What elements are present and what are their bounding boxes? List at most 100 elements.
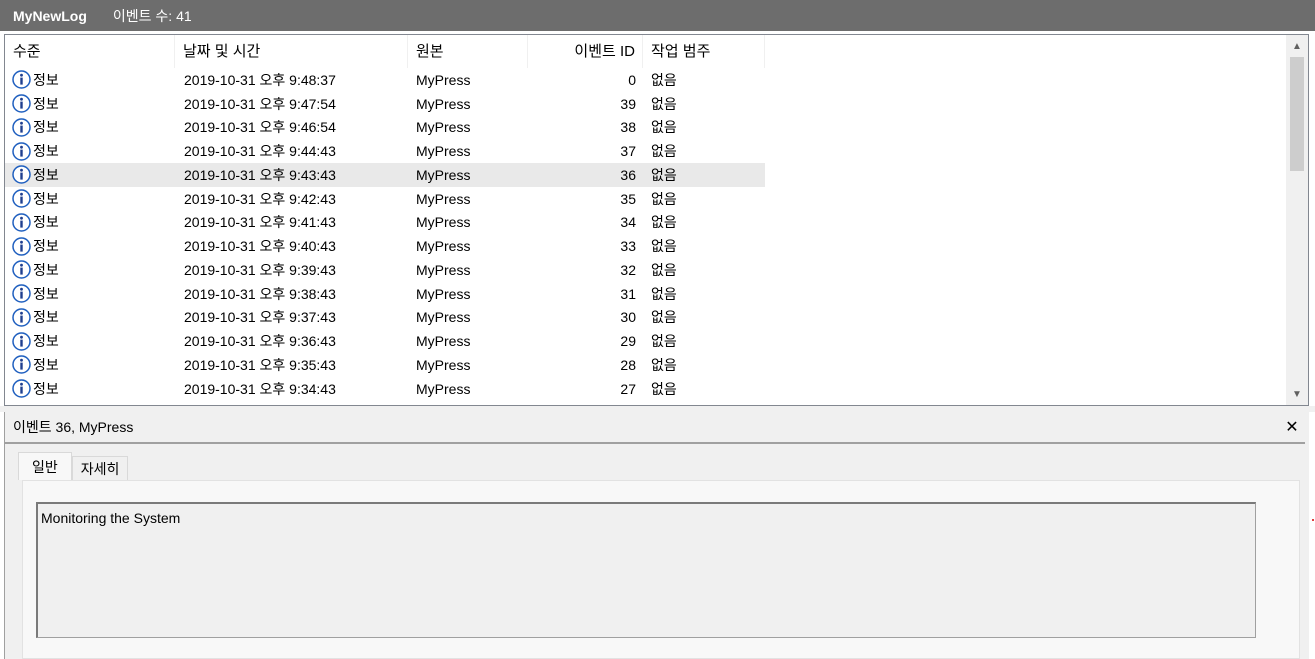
cell-level: 정보 bbox=[33, 143, 59, 160]
cell-level: 정보 bbox=[33, 285, 59, 302]
list-header: 수준 날짜 및 시간 원본 이벤트 ID 작업 범주 bbox=[5, 35, 1285, 68]
info-icon bbox=[12, 165, 31, 185]
info-icon bbox=[12, 331, 31, 351]
cell-event-id: 35 bbox=[620, 190, 636, 207]
cell-source: MyPress bbox=[416, 238, 471, 255]
cell-level: 정보 bbox=[33, 190, 59, 207]
detail-header: 이벤트 36, MyPress bbox=[5, 412, 1305, 444]
cell-category: 없음 bbox=[651, 143, 677, 160]
cell-category: 없음 bbox=[651, 356, 677, 373]
cell-event-id: 31 bbox=[620, 285, 636, 302]
cell-date: 2019-10-31 오후 9:38:43 bbox=[184, 285, 336, 302]
cell-date: 2019-10-31 오후 9:47:54 bbox=[184, 95, 336, 112]
cell-date: 2019-10-31 오후 9:46:54 bbox=[184, 119, 336, 136]
cell-category: 없음 bbox=[651, 309, 677, 326]
marker-dot bbox=[1312, 519, 1314, 521]
cell-level: 정보 bbox=[33, 166, 59, 183]
cell-category: 없음 bbox=[651, 238, 677, 255]
cell-date: 2019-10-31 오후 9:44:43 bbox=[184, 143, 336, 160]
info-icon bbox=[12, 308, 31, 327]
table-row[interactable]: 정보 2019-10-31 오후 9:34:43 MyPress 27 없음 bbox=[5, 377, 1285, 401]
cell-category: 없음 bbox=[651, 95, 677, 112]
cell-source: MyPress bbox=[416, 380, 471, 397]
cell-level: 정보 bbox=[33, 333, 59, 350]
table-row[interactable]: 정보 2019-10-31 오후 9:40:43 MyPress 33 없음 bbox=[5, 234, 1285, 258]
info-icon bbox=[12, 236, 31, 256]
info-icon bbox=[12, 260, 31, 280]
cell-level: 정보 bbox=[33, 238, 59, 255]
info-icon bbox=[12, 94, 31, 113]
cell-category: 없음 bbox=[651, 214, 677, 231]
cell-event-id: 37 bbox=[620, 143, 636, 160]
table-row[interactable]: 정보 2019-10-31 오후 9:37:43 MyPress 30 없음 bbox=[5, 306, 1285, 330]
detail-tabs: 일반 자세히 bbox=[18, 452, 129, 480]
column-header-event-id[interactable]: 이벤트 ID bbox=[528, 35, 643, 68]
tab-general[interactable]: 일반 bbox=[18, 452, 72, 480]
cell-source: MyPress bbox=[416, 190, 471, 207]
table-row[interactable]: 정보 2019-10-31 오후 9:39:43 MyPress 32 없음 bbox=[5, 258, 1285, 282]
cell-event-id: 39 bbox=[620, 95, 636, 112]
column-header-level[interactable]: 수준 bbox=[5, 35, 175, 68]
table-row[interactable]: 정보 2019-10-31 오후 9:44:43 MyPress 37 없음 bbox=[5, 139, 1285, 163]
cell-event-id: 33 bbox=[620, 238, 636, 255]
table-row[interactable]: 정보 2019-10-31 오후 9:36:43 MyPress 29 없음 bbox=[5, 329, 1285, 353]
cell-event-id: 38 bbox=[620, 119, 636, 136]
cell-date: 2019-10-31 오후 9:37:43 bbox=[184, 309, 336, 326]
tab-details[interactable]: 자세히 bbox=[71, 456, 129, 480]
cell-level: 정보 bbox=[33, 71, 59, 88]
cell-event-id: 27 bbox=[620, 380, 636, 397]
cell-level: 정보 bbox=[33, 356, 59, 373]
event-count: 이벤트 수: 41 bbox=[112, 7, 192, 24]
detail-pane: 이벤트 36, MyPress ✕ 일반 자세히 Monitoring the … bbox=[4, 412, 1309, 659]
cell-category: 없음 bbox=[651, 190, 677, 207]
cell-event-id: 30 bbox=[620, 309, 636, 326]
table-row[interactable]: 정보 2019-10-31 오후 9:38:43 MyPress 31 없음 bbox=[5, 282, 1285, 306]
table-row[interactable]: 정보 2019-10-31 오후 9:41:43 MyPress 34 없음 bbox=[5, 211, 1285, 235]
cell-source: MyPress bbox=[416, 95, 471, 112]
cell-event-id: 0 bbox=[628, 71, 636, 88]
cell-level: 정보 bbox=[33, 261, 59, 278]
close-icon[interactable]: ✕ bbox=[1283, 418, 1301, 436]
chevron-up-icon[interactable]: ▲ bbox=[1286, 35, 1308, 57]
cell-level: 정보 bbox=[33, 380, 59, 397]
event-list[interactable]: 수준 날짜 및 시간 원본 이벤트 ID 작업 범주 정보 2019-10-31 … bbox=[4, 34, 1309, 406]
cell-source: MyPress bbox=[416, 309, 471, 326]
table-row[interactable]: 정보 2019-10-31 오후 9:35:43 MyPress 28 없음 bbox=[5, 353, 1285, 377]
cell-category: 없음 bbox=[651, 333, 677, 350]
column-header-date[interactable]: 날짜 및 시간 bbox=[175, 35, 408, 68]
cell-source: MyPress bbox=[416, 166, 471, 183]
table-row[interactable]: 정보 2019-10-31 오후 9:46:54 MyPress 38 없음 bbox=[5, 116, 1285, 140]
vertical-scrollbar[interactable]: ▲ ▼ bbox=[1286, 35, 1308, 405]
info-icon bbox=[12, 141, 31, 161]
cell-level: 정보 bbox=[33, 119, 59, 136]
scrollbar-thumb[interactable] bbox=[1290, 57, 1304, 171]
cell-event-id: 28 bbox=[620, 356, 636, 373]
tab-panel-general: Monitoring the System bbox=[22, 480, 1300, 659]
chevron-down-icon[interactable]: ▼ bbox=[1286, 383, 1308, 405]
column-header-category[interactable]: 작업 범주 bbox=[643, 35, 765, 68]
info-icon bbox=[12, 284, 31, 303]
cell-event-id: 32 bbox=[620, 261, 636, 278]
table-row[interactable]: 정보 2019-10-31 오후 9:43:43 MyPress 36 없음 bbox=[5, 163, 1285, 187]
cell-date: 2019-10-31 오후 9:43:43 bbox=[184, 166, 336, 183]
info-icon bbox=[12, 379, 31, 398]
cell-category: 없음 bbox=[651, 261, 677, 278]
table-row[interactable]: 정보 2019-10-31 오후 9:47:54 MyPress 39 없음 bbox=[5, 92, 1285, 116]
cell-source: MyPress bbox=[416, 333, 471, 350]
info-icon bbox=[12, 118, 31, 137]
cell-category: 없음 bbox=[651, 166, 677, 183]
table-row[interactable]: 정보 2019-10-31 오후 9:42:43 MyPress 35 없음 bbox=[5, 187, 1285, 211]
cell-source: MyPress bbox=[416, 119, 471, 136]
table-row[interactable]: 정보 2019-10-31 오후 9:48:37 MyPress 0 없음 bbox=[5, 68, 1285, 92]
cell-date: 2019-10-31 오후 9:48:37 bbox=[184, 71, 336, 88]
cell-date: 2019-10-31 오후 9:39:43 bbox=[184, 261, 336, 278]
info-icon bbox=[12, 213, 31, 232]
detail-title: 이벤트 36, MyPress bbox=[13, 419, 134, 435]
cell-source: MyPress bbox=[416, 285, 471, 302]
info-icon bbox=[12, 189, 31, 208]
cell-category: 없음 bbox=[651, 380, 677, 397]
column-header-source[interactable]: 원본 bbox=[408, 35, 528, 68]
cell-category: 없음 bbox=[651, 71, 677, 88]
event-description[interactable]: Monitoring the System bbox=[36, 502, 1256, 638]
cell-category: 없음 bbox=[651, 285, 677, 302]
